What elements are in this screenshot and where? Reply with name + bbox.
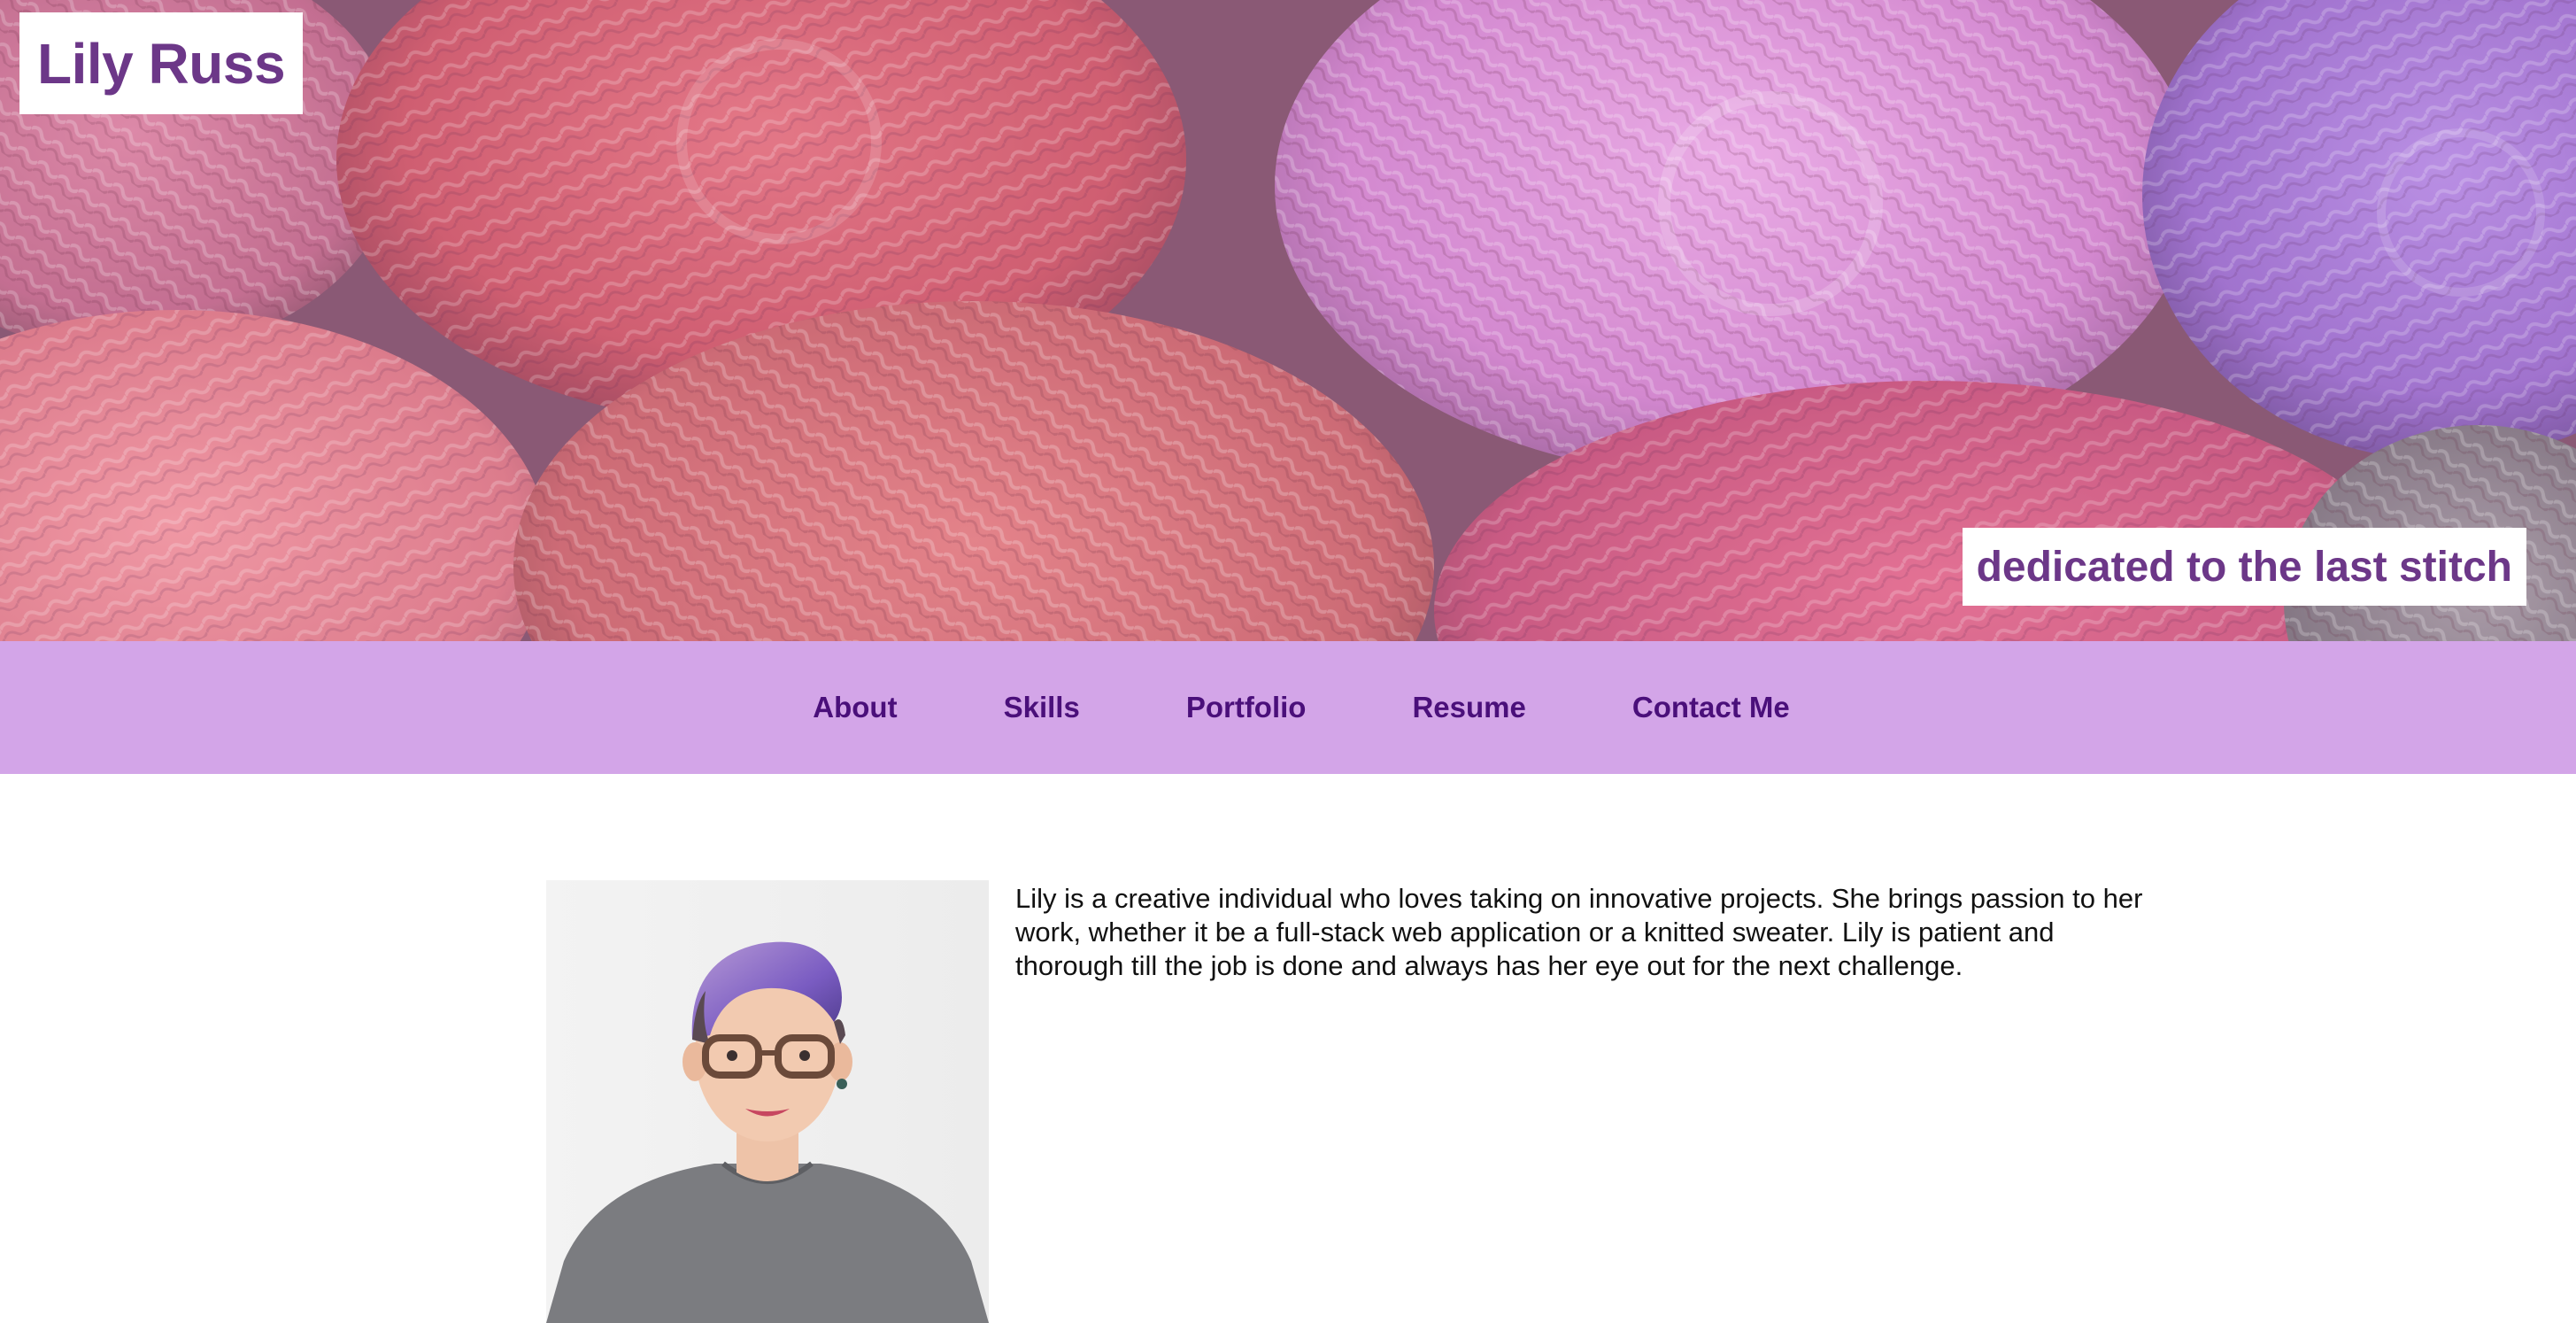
about-section: Lily is a creative individual who loves …: [546, 880, 2142, 1323]
nav-link-contact[interactable]: Contact Me: [1632, 691, 1790, 724]
main-nav: About Skills Portfolio Resume Contact Me: [0, 641, 2576, 774]
portrait-photo: [546, 880, 989, 1323]
portrait-image: [546, 880, 989, 1323]
nav-link-skills[interactable]: Skills: [1004, 691, 1080, 724]
nav-link-about[interactable]: About: [813, 691, 897, 724]
tagline: dedicated to the last stitch: [1976, 543, 2512, 591]
nav-link-portfolio[interactable]: Portfolio: [1186, 691, 1307, 724]
site-title[interactable]: Lily Russ: [37, 31, 286, 97]
hero-banner: Lily Russ dedicated to the last stitch: [0, 0, 2576, 641]
tagline-box: dedicated to the last stitch: [1962, 528, 2526, 606]
nav-link-resume[interactable]: Resume: [1412, 691, 1525, 724]
site-title-box: Lily Russ: [19, 12, 304, 114]
about-bio: Lily is a creative individual who loves …: [1015, 882, 2576, 983]
bio-paragraph: Lily is a creative individual who loves …: [1015, 883, 2143, 981]
nav-list: About Skills Portfolio Resume Contact Me: [813, 691, 1789, 724]
